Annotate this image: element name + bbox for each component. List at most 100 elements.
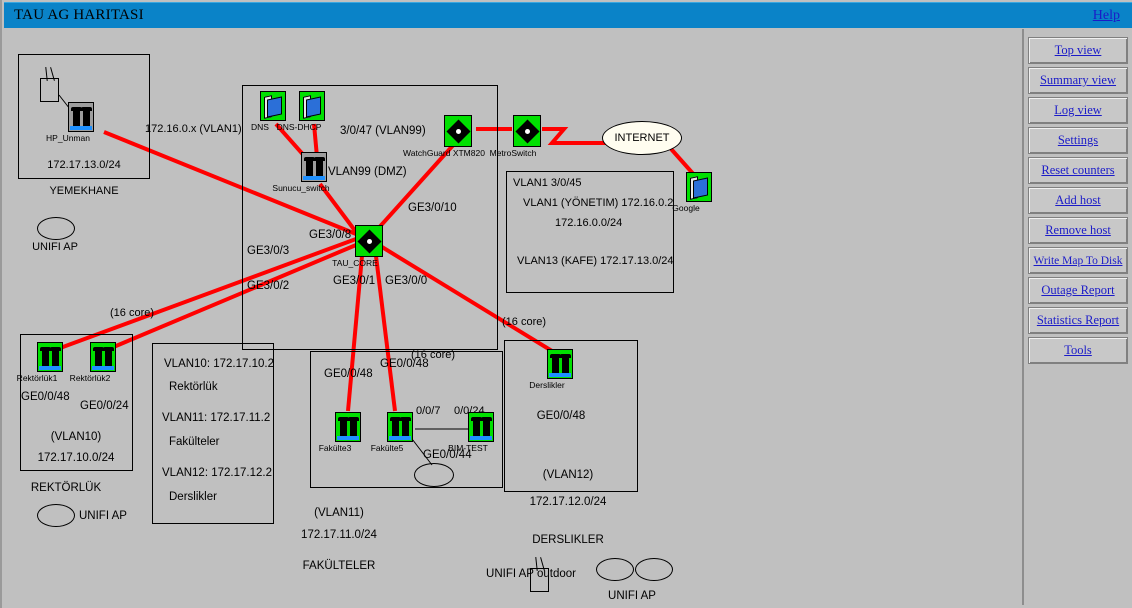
tools-button[interactable]: Tools <box>1028 337 1128 364</box>
router-icon <box>513 115 541 147</box>
yemekhane-site-label: YEMEKHANE <box>49 185 119 197</box>
node-label: Google <box>672 203 700 213</box>
button-label: Tools <box>1064 343 1092 357</box>
server-icon <box>686 172 712 202</box>
page-title: TAU AG HARITASI <box>14 7 144 23</box>
write-map-to-disk-button[interactable]: Write Map To Disk <box>1028 247 1128 274</box>
fakulte5-port-label: GE0/0/48 <box>380 358 429 370</box>
fakulteler-site-label: FAKÜLTELER <box>302 560 376 572</box>
vlan-legend-line1: VLAN10: 172.17.10.2 <box>164 358 274 370</box>
outage-report-button[interactable]: Outage Report <box>1028 277 1128 304</box>
button-label: Settings <box>1057 133 1099 147</box>
fakulte3-port-label: GE0/0/48 <box>324 368 373 380</box>
vlan-legend-line5: VLAN12: 172.17.12.2 <box>162 467 272 479</box>
top-view-button[interactable]: Top view <box>1028 37 1128 64</box>
unifi-ap-legend-label: UNIFI AP <box>608 590 656 602</box>
vlan99-dmz-label: VLAN99 (DMZ) <box>328 166 407 178</box>
ge3-0-8-label: GE3/0/8 <box>309 229 352 241</box>
unifi-ap-outdoor-label: UNIFI AP outdoor <box>486 568 576 580</box>
core-count-right-label: (16 core) <box>502 316 547 328</box>
reset-counters-button[interactable]: Reset counters <box>1028 157 1128 184</box>
vlan-info-line2: VLAN1 (YÖNETIM) 172.16.0.2 <box>523 197 674 209</box>
vlan-legend-line6: Derslikler <box>169 491 217 503</box>
ge3-0-3-label: GE3/0/3 <box>247 245 290 257</box>
switch-icon <box>301 152 327 182</box>
switch-icon <box>335 412 361 442</box>
button-label: Log view <box>1054 103 1102 117</box>
node-label: Fakülte5 <box>370 443 404 453</box>
node-label: DNS-DHCP <box>276 122 322 132</box>
switch-icon <box>468 412 494 442</box>
ge3-0-0-label: GE3/0/0 <box>385 275 428 287</box>
unifi-ap-label-rektorluk: UNIFI AP <box>79 510 127 522</box>
derslikler-subnet-label: 172.17.12.0/24 <box>529 496 607 508</box>
core-count-left-label: (16 core) <box>110 307 155 319</box>
derslikler-vlan-label: (VLAN12) <box>542 469 594 481</box>
ge3-0-1-label: GE3/0/1 <box>333 275 376 287</box>
button-label: Write Map To Disk <box>1033 254 1123 267</box>
switch-icon <box>387 412 413 442</box>
button-label: Summary view <box>1039 73 1117 87</box>
node-label: MetroSwitch <box>489 148 537 158</box>
vlan-info-box: VLAN1 3/0/45 VLAN1 (YÖNETIM) 172.16.0.2 … <box>506 171 674 293</box>
ge3-0-10-label: GE3/0/10 <box>408 202 457 214</box>
router-icon <box>355 225 383 257</box>
action-panel: Top view Summary view Log view Settings … <box>1022 29 1132 605</box>
vlan1-link-label: 172.16.0.x (VLAN1) <box>145 123 242 135</box>
button-label: Top view <box>1054 43 1102 57</box>
node-internet[interactable]: INTERNET <box>602 121 682 155</box>
rektorluk2-port-label: GE0/0/24 <box>80 400 129 412</box>
server-icon <box>299 91 325 121</box>
statistics-report-button[interactable]: Statistics Report <box>1028 307 1128 334</box>
vlan-legend-box: VLAN10: 172.17.10.2 Rektörlük VLAN11: 17… <box>152 343 274 524</box>
bim-port-a-label: 0/0/7 <box>416 405 441 417</box>
rektorluk-site-label: REKTÖRLÜK <box>30 482 102 494</box>
node-label: TAU_CORE <box>332 258 378 268</box>
summary-view-button[interactable]: Summary view <box>1028 67 1128 94</box>
vlan-legend-line3: VLAN11: 172.17.11.2 <box>162 412 271 424</box>
log-view-button[interactable]: Log view <box>1028 97 1128 124</box>
button-label: Remove host <box>1045 223 1111 237</box>
server-icon <box>260 91 286 121</box>
rektorluk-subnet-label: 172.17.10.0/24 <box>37 452 115 464</box>
help-link[interactable]: Help <box>1093 8 1132 24</box>
rektorluk-vlan-label: (VLAN10) <box>50 431 102 443</box>
remove-host-button[interactable]: Remove host <box>1028 217 1128 244</box>
router-icon <box>444 115 472 147</box>
switch-icon <box>90 342 116 372</box>
network-map-window: TAU AG HARITASI Help HP_Unman 172.17.13.… <box>0 0 1132 608</box>
derslikler-site-label: DERSLIKLER <box>532 534 604 546</box>
unifi-ap-icon-fakulteler <box>414 463 454 487</box>
unifi-ap-icon-rektorluk <box>37 504 75 527</box>
fakulte5-ap-port-label: GE0/0/44 <box>423 449 472 461</box>
vlan-legend-line4: Fakülteler <box>169 436 220 448</box>
unifi-ap-legend-icon-2 <box>635 558 673 581</box>
node-label: INTERNET <box>614 132 670 144</box>
vlan-info-line4: VLAN13 (KAFE) 172.17.13.0/24 <box>517 255 674 267</box>
vlan-legend-line2: Rektörlük <box>169 381 218 393</box>
settings-button[interactable]: Settings <box>1028 127 1128 154</box>
derslikler-port-label: GE0/0/48 <box>536 410 586 422</box>
node-label: WatchGuard XTM820 <box>403 148 485 158</box>
rektorluk1-port-label: GE0/0/48 <box>21 391 70 403</box>
switch-icon <box>37 342 63 372</box>
title-bar: TAU AG HARITASI Help <box>4 2 1132 28</box>
node-label: Sunucu_switch <box>272 183 330 193</box>
button-label: Statistics Report <box>1036 313 1120 327</box>
fakulteler-vlan-label: (VLAN11) <box>314 507 364 519</box>
switch-icon <box>68 102 94 132</box>
node-label: Fakülte3 <box>318 443 352 453</box>
vlan-info-line1: VLAN1 3/0/45 <box>513 177 582 189</box>
node-label: Derslikler <box>529 380 565 390</box>
map-canvas[interactable]: HP_Unman 172.17.13.0/24 YEMEKHANE 172.16… <box>4 29 1020 605</box>
button-label: Reset counters <box>1041 163 1115 177</box>
add-host-button[interactable]: Add host <box>1028 187 1128 214</box>
button-label: Outage Report <box>1041 283 1115 297</box>
node-label: Rektörlük2 <box>69 373 111 383</box>
unifi-ap-icon-yemekhane <box>37 217 75 240</box>
switch-icon <box>547 349 573 379</box>
button-label: Add host <box>1055 193 1101 207</box>
unifi-ap-label-yemekhane: UNIFI AP <box>32 241 78 253</box>
node-label: HP_Unman <box>46 133 90 143</box>
fakulteler-subnet-label: 172.17.11.0/24 <box>301 529 377 541</box>
